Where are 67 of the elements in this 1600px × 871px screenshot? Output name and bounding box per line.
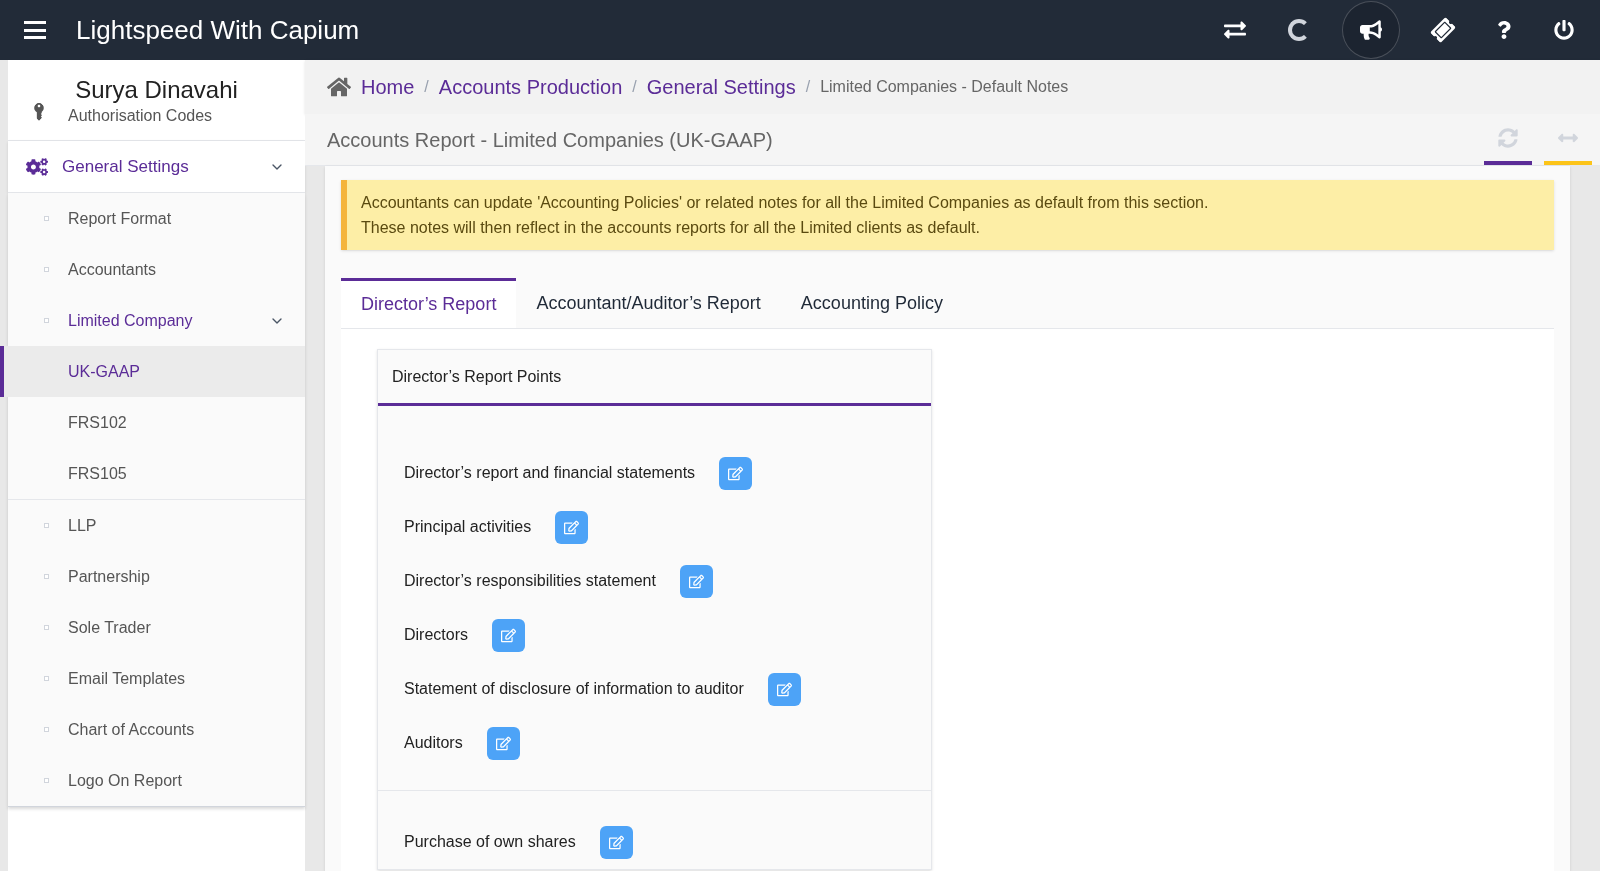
point-label: Director’s responsibilities statement xyxy=(404,571,656,591)
sidebar-item[interactable]: Accountants xyxy=(8,244,305,295)
sidebar-item[interactable]: LLP xyxy=(8,500,305,551)
refresh-icon[interactable] xyxy=(1498,128,1518,148)
card-title: Director’s Report Points xyxy=(378,350,931,406)
sidebar-item[interactable]: Logo On Report xyxy=(8,755,305,806)
sidebar-item[interactable]: Report Format xyxy=(8,193,305,244)
breadcrumb-link[interactable]: Accounts Production xyxy=(438,72,623,102)
point-label: Auditors xyxy=(404,733,463,753)
breadcrumb-link[interactable]: General Settings xyxy=(646,72,796,102)
menu-icon[interactable] xyxy=(24,21,46,39)
edit-button[interactable] xyxy=(599,825,633,859)
sidebar-item[interactable]: FRS102 xyxy=(0,397,305,448)
sidebar-item[interactable]: Partnership xyxy=(8,551,305,602)
sidebar-item[interactable]: Chart of Accounts xyxy=(8,704,305,755)
sidebar-item[interactable]: FRS105 xyxy=(0,448,305,499)
sidebar-item[interactable]: Email Templates xyxy=(8,653,305,704)
swap-arrows-icon[interactable] xyxy=(1224,19,1246,41)
tree-node-icon xyxy=(44,778,49,783)
edit-icon xyxy=(776,681,792,697)
sidebar-item[interactable]: Limited Company xyxy=(8,295,305,346)
point-label: Director’s report and financial statements xyxy=(404,463,696,483)
gears-icon xyxy=(26,155,48,178)
tree-node-icon xyxy=(44,676,49,681)
tab[interactable]: Director’s Report xyxy=(341,278,517,328)
edit-button[interactable] xyxy=(767,672,801,706)
alert-text: Accountants can update 'Accounting Policies' or related notes for all the Limited Companies as default from this section. xyxy=(361,193,1210,213)
app-title: Lightspeed With Capium xyxy=(76,13,360,47)
user-name: Surya Dinavahi xyxy=(74,75,239,104)
point-label: Purchase of own shares xyxy=(404,832,576,852)
tree-node-icon xyxy=(44,267,49,272)
power-icon[interactable] xyxy=(1554,20,1574,40)
edit-button[interactable] xyxy=(719,456,753,490)
tree-node-icon xyxy=(44,727,49,732)
tree-node-icon xyxy=(44,523,49,528)
alert-text: These notes will then reflect in the accounts reports for all the Limited clients as default. xyxy=(361,218,981,238)
help-icon[interactable] xyxy=(1496,21,1512,39)
edit-icon xyxy=(688,573,704,589)
edit-button[interactable] xyxy=(555,510,589,544)
megaphone-icon xyxy=(1360,19,1382,41)
sidebar-item[interactable]: UK-GAAP xyxy=(0,346,305,397)
tree-node-icon xyxy=(44,318,49,323)
edit-icon xyxy=(501,627,516,643)
edit-icon xyxy=(495,735,511,751)
edit-icon xyxy=(564,519,580,535)
point-label: Directors xyxy=(404,625,468,645)
breadcrumb-separator: / xyxy=(424,77,429,97)
breadcrumb-separator: / xyxy=(805,77,811,97)
tree-node-icon xyxy=(44,216,49,221)
sidebar-item[interactable]: Authorisation Codes xyxy=(8,104,305,141)
breadcrumb-separator: / xyxy=(632,77,637,97)
edit-icon xyxy=(728,465,744,481)
tab[interactable]: Accountant/Auditor’s Report xyxy=(516,278,781,328)
tab[interactable]: Accounting Policy xyxy=(780,278,963,328)
edit-icon xyxy=(608,834,624,850)
point-label: Principal activities xyxy=(404,517,532,537)
tree-node-icon xyxy=(44,574,49,579)
home-icon xyxy=(327,76,351,98)
breadcrumb-current: Limited Companies - Default Notes xyxy=(820,77,1069,97)
edit-button[interactable] xyxy=(679,564,713,598)
edit-button[interactable] xyxy=(486,726,520,760)
point-label: Statement of disclosure of information to auditor xyxy=(404,679,744,699)
page-title: Accounts Report - Limited Companies (UK-GAAP) xyxy=(327,127,773,153)
tree-node-icon xyxy=(44,625,49,630)
breadcrumb-link[interactable]: Home xyxy=(361,72,415,102)
edit-button[interactable] xyxy=(492,618,525,652)
sidebar-item[interactable]: Sole Trader xyxy=(8,602,305,653)
